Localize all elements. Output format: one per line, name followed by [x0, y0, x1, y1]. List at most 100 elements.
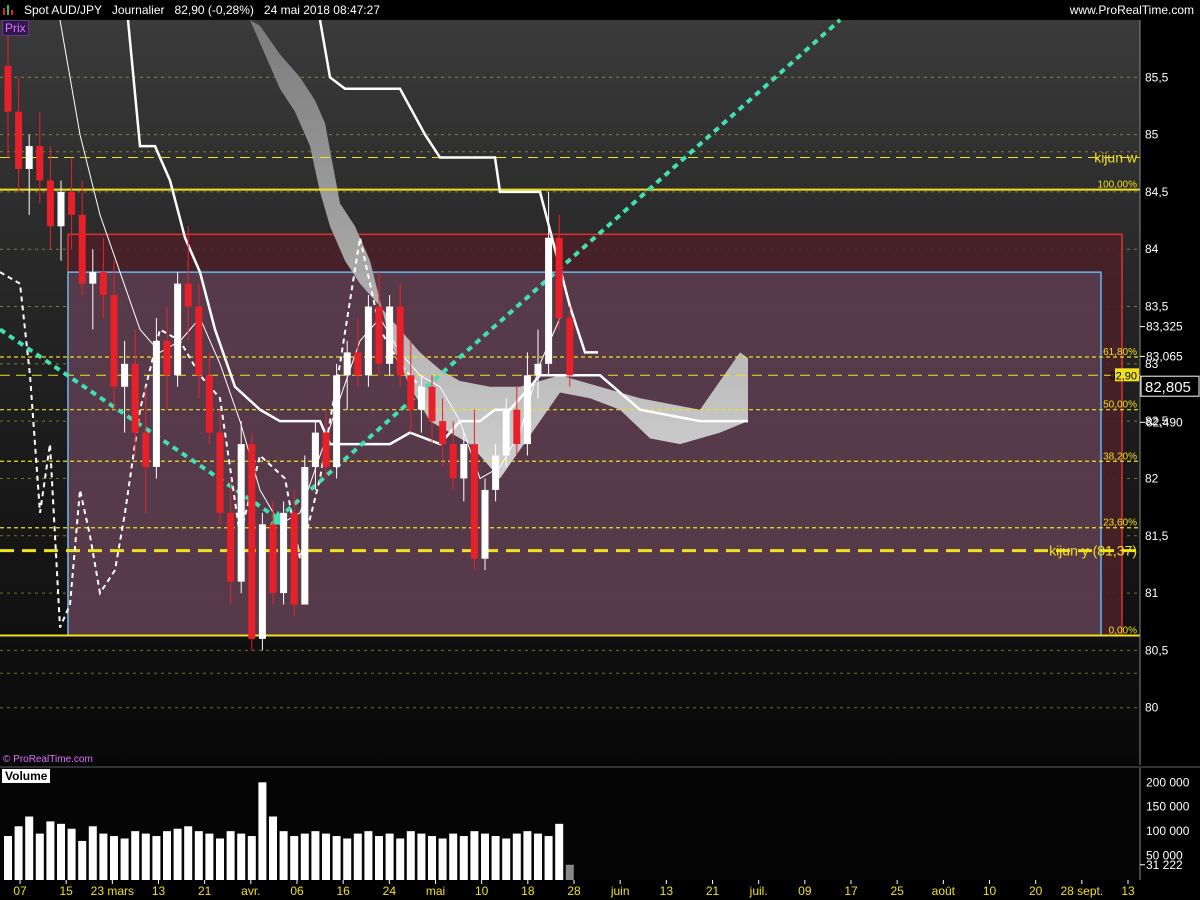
annotation-label: kijun w	[1094, 150, 1138, 166]
volume-bar	[417, 833, 426, 880]
x-axis-label: 07	[13, 884, 27, 898]
volume-bar	[290, 836, 299, 880]
candle-body	[4, 65, 12, 112]
volume-bar	[237, 833, 246, 880]
volume-bar	[385, 833, 394, 880]
volume-bar	[534, 833, 542, 880]
volume-bar	[78, 840, 87, 880]
price-tick-label: 80	[1145, 701, 1159, 715]
volume-bar	[459, 836, 468, 880]
candle-body	[258, 524, 266, 639]
volume-bar	[523, 831, 532, 880]
volume-bar	[173, 828, 182, 880]
candle-body	[227, 512, 235, 582]
copyright-text: © ProRealTime.com	[3, 754, 93, 765]
price-tick-label: 83,5	[1145, 300, 1169, 314]
candle-body	[460, 444, 468, 479]
volume-bar	[184, 826, 193, 880]
x-axis-label: 10	[475, 884, 489, 898]
volume-bar	[396, 838, 405, 880]
volume-tick-label: 150 000	[1146, 800, 1190, 814]
candle-body	[449, 444, 457, 479]
candle-body	[566, 318, 574, 376]
price-chart[interactable]: 100,00% 61,80% 50,00% 38,20% 23,60% 0,00% kiju…	[0, 0, 1200, 900]
volume-pane-tag: Volume	[2, 769, 51, 783]
volume-bar	[512, 833, 521, 880]
x-axis-label: juin	[610, 884, 630, 898]
x-axis-label: 24	[383, 884, 397, 898]
candle-body	[290, 512, 298, 605]
close-tag-label: 82,90	[1109, 370, 1137, 382]
candle-body	[163, 340, 171, 376]
volume-bar	[565, 864, 574, 880]
candle-body	[237, 444, 245, 582]
candle-body	[131, 363, 139, 433]
volume-bar	[163, 831, 171, 880]
candle-body	[205, 375, 213, 433]
candle-body	[301, 467, 309, 605]
volume-bar	[353, 833, 362, 880]
volume-bar	[375, 836, 383, 880]
volume-bar	[46, 821, 55, 880]
candle-body	[343, 352, 351, 376]
candle-body	[57, 191, 65, 227]
volume-bar	[470, 831, 479, 880]
volume-bar	[343, 838, 352, 880]
fibonacci-label: 50,00%	[1103, 400, 1137, 411]
volume-bar	[311, 831, 320, 880]
annotation-label: kijun y (81,37)	[1049, 543, 1137, 559]
x-axis-label: 06	[290, 884, 304, 898]
price-tag-label: 83,325	[1146, 320, 1183, 334]
volume-tick-label: 200 000	[1146, 775, 1190, 789]
x-axis-label: 23 mars	[91, 884, 134, 898]
x-axis-label: 16	[336, 884, 350, 898]
candle-body	[89, 272, 97, 284]
volume-bar	[247, 836, 256, 880]
candle-body	[502, 409, 510, 456]
x-axis-label: 09	[798, 884, 812, 898]
last-price-label: 82,805	[1145, 379, 1191, 396]
volume-bar	[322, 833, 330, 880]
candle-body	[333, 375, 341, 467]
volume-bar	[99, 833, 108, 880]
candle-body	[36, 146, 44, 181]
price-tick-label: 81	[1145, 586, 1159, 600]
price-tick-label: 84	[1145, 242, 1159, 256]
candle-body	[364, 306, 372, 376]
volume-bar	[35, 833, 44, 880]
volume-bar	[491, 836, 500, 880]
candle-body	[184, 283, 192, 307]
volume-bar	[216, 838, 224, 880]
candle-body	[513, 409, 521, 445]
volume-bar	[194, 831, 203, 880]
candle-body	[280, 512, 288, 594]
price-tag-label: 83,065	[1146, 349, 1183, 363]
volume-bar	[120, 838, 129, 880]
volume-bar	[57, 823, 65, 880]
candle-body	[492, 455, 500, 490]
candle-body	[481, 489, 489, 559]
volume-bar	[25, 816, 34, 880]
x-axis-label: 13	[660, 884, 674, 898]
x-axis-label: 28 sept.	[1060, 884, 1103, 898]
volume-bar	[88, 826, 97, 880]
candle-body	[99, 272, 107, 296]
x-axis-label: 25	[890, 884, 904, 898]
volume-bar	[364, 831, 373, 880]
candle-body	[555, 237, 563, 318]
x-axis-label: 18	[521, 884, 535, 898]
candle-body	[386, 306, 394, 364]
x-axis-label: août	[932, 884, 956, 898]
volume-bar	[279, 831, 288, 880]
candle-body	[396, 306, 404, 376]
candle-body	[354, 352, 362, 376]
price-tick-label: 80,5	[1145, 643, 1169, 657]
price-tick-label: 84,5	[1145, 185, 1169, 199]
price-pane-tag: Prix	[2, 20, 29, 36]
price-tag-label: 82,490	[1146, 415, 1183, 429]
candle-body	[407, 375, 415, 410]
fibonacci-label: 100,00%	[1098, 180, 1138, 191]
volume-bar	[300, 833, 309, 880]
x-axis-label: juil.	[749, 884, 768, 898]
volume-bar	[4, 836, 12, 880]
